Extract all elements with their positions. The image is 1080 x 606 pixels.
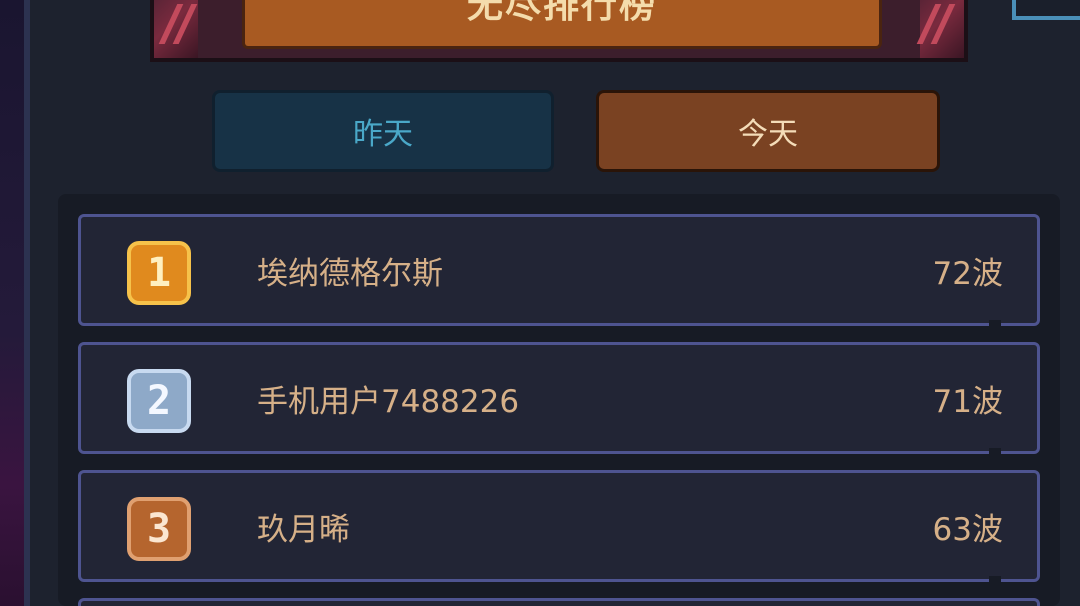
- banner-right-ornament: [916, 0, 964, 58]
- leaderboard-row[interactable]: 1 埃纳德格尔斯 72波: [78, 214, 1040, 326]
- player-name: 手机用户7488226: [257, 383, 520, 420]
- player-name: 埃纳德格尔斯: [257, 255, 443, 292]
- leaderboard-row[interactable]: 2 手机用户7488226 71波: [78, 342, 1040, 454]
- wave-count: 63波: [932, 511, 1003, 548]
- row-notch: [989, 320, 1001, 326]
- wave-count: 71波: [932, 383, 1003, 420]
- bronze-medal-icon: 3: [127, 497, 191, 561]
- background-strip: [0, 0, 24, 606]
- tab-today[interactable]: 今天: [596, 90, 940, 172]
- tab-yesterday[interactable]: 昨天: [212, 90, 554, 172]
- gold-medal-icon: 1: [127, 241, 191, 305]
- title-banner: 无尽排行榜: [150, 0, 968, 62]
- banner-plate: 无尽排行榜: [242, 0, 882, 49]
- row-notch: [989, 576, 1001, 582]
- page-title: 无尽排行榜: [466, 0, 657, 26]
- wave-count: 72波: [932, 255, 1003, 292]
- leaderboard-row-partial[interactable]: [78, 598, 1040, 606]
- close-button-frame[interactable]: [1012, 0, 1080, 20]
- player-name: 玖月晞: [257, 511, 350, 548]
- silver-medal-icon: 2: [127, 369, 191, 433]
- banner-left-ornament: [154, 0, 198, 58]
- leaderboard-row[interactable]: 3 玖月晞 63波: [78, 470, 1040, 582]
- row-notch: [989, 448, 1001, 454]
